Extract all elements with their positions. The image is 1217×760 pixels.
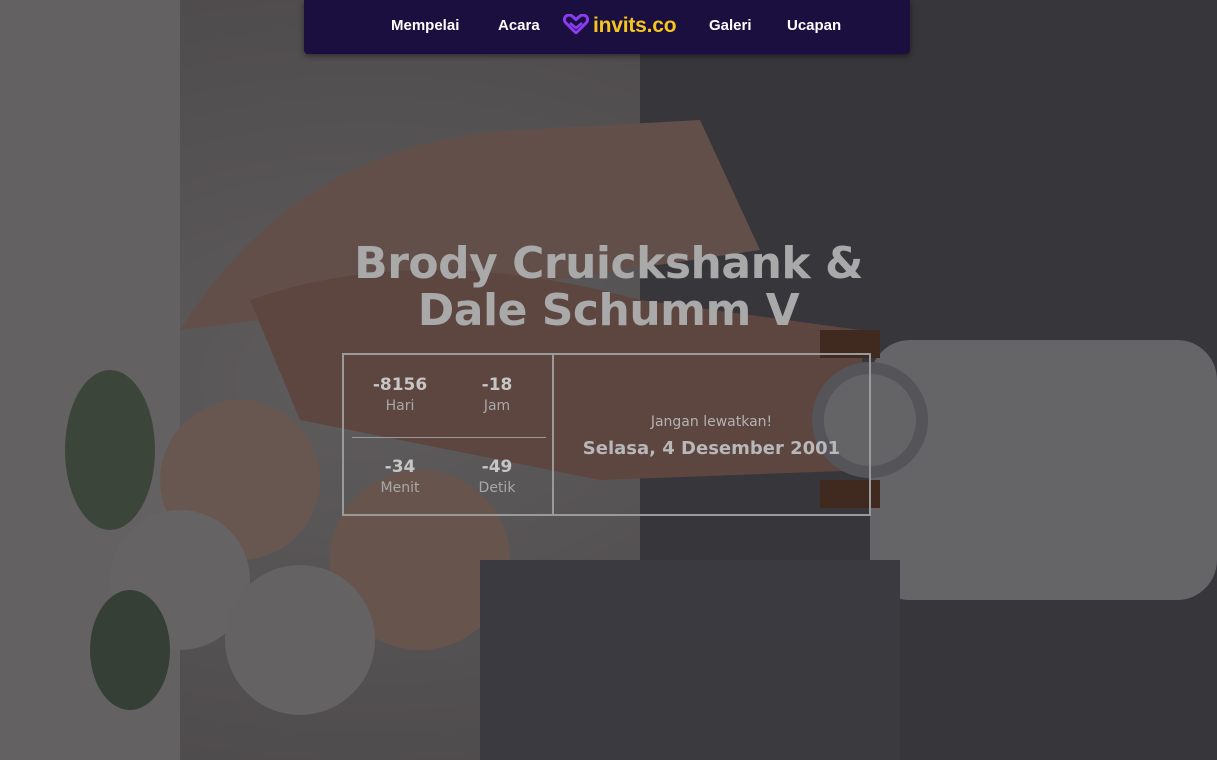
- heart-logo-icon: [562, 13, 590, 39]
- countdown-divider: [352, 437, 546, 438]
- countdown-hours-label: Jam: [483, 398, 511, 414]
- couple-names-line-2: Dale Schumm V: [417, 285, 800, 336]
- couple-names-line-1: Brody Cruickshank &: [354, 238, 863, 289]
- countdown-days-value: -8156: [372, 375, 428, 395]
- countdown-hours-value: -18: [481, 375, 513, 395]
- countdown-minutes-value: -34: [384, 457, 416, 477]
- countdown-minutes: -34 Menit: [350, 456, 450, 498]
- top-navbar: Mempelai Acara invits.co Galeri Ucapan: [304, 0, 910, 54]
- countdown-card: -8156 Hari -18 Jam -34 Menit -49 Detik J…: [342, 353, 871, 516]
- countdown-timer: -8156 Hari -18 Jam -34 Menit -49 Detik: [344, 355, 554, 514]
- event-date: Selasa, 4 Desember 2001: [582, 438, 841, 459]
- countdown-seconds-value: -49: [481, 457, 513, 477]
- brand-name: invits.co: [593, 14, 677, 37]
- countdown-seconds-label: Detik: [478, 480, 516, 496]
- event-date-panel: Jangan lewatkan! Selasa, 4 Desember 2001: [554, 355, 869, 514]
- nav-link-acara[interactable]: Acara: [498, 0, 540, 52]
- nav-link-galeri[interactable]: Galeri: [709, 0, 752, 52]
- nav-link-mempelai[interactable]: Mempelai: [391, 0, 459, 52]
- couple-names-heading: Brody Cruickshank & Dale Schumm V: [0, 240, 1217, 334]
- countdown-days: -8156 Hari: [350, 374, 450, 416]
- nav-link-ucapan[interactable]: Ucapan: [787, 0, 841, 52]
- event-tagline: Jangan lewatkan!: [650, 414, 773, 430]
- countdown-hours: -18 Jam: [447, 374, 547, 416]
- brand-logo[interactable]: invits.co: [562, 10, 677, 42]
- countdown-seconds: -49 Detik: [447, 456, 547, 498]
- countdown-days-label: Hari: [385, 398, 415, 414]
- countdown-minutes-label: Menit: [380, 480, 420, 496]
